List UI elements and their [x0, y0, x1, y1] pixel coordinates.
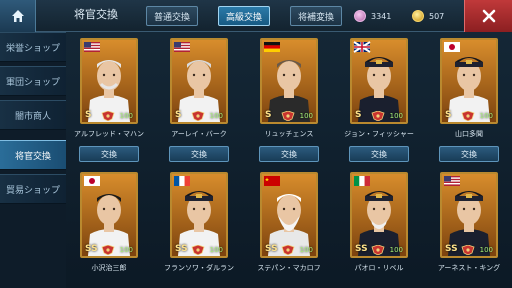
officer-rank: S [355, 110, 362, 120]
home-icon [11, 10, 24, 22]
officer-name: リュッチェンス [264, 130, 314, 138]
officer-grid: S 100 アルフレッド・マハン交換 S 100 アーレイ・バーク交換 S 100 リュッチェン… [66, 32, 512, 288]
officer-level: 100 [479, 246, 493, 254]
officer-level: 100 [209, 112, 223, 120]
tab-advanced-exchange[interactable]: 高級交換 [218, 6, 270, 26]
rank-insignia-icon [101, 245, 115, 255]
rank-insignia-icon [281, 245, 295, 255]
exchange-button[interactable]: 交換 [259, 146, 319, 162]
home-button[interactable] [0, 0, 36, 32]
rank-insignia-icon [461, 245, 475, 255]
officer-level: 100 [299, 246, 313, 254]
officer-rank: S [85, 110, 92, 120]
officer-card[interactable]: SS 100 [80, 172, 138, 258]
exchange-button[interactable]: 交換 [79, 146, 139, 162]
officer-name: パオロ・リベル [354, 264, 404, 272]
officer-level: 100 [389, 112, 403, 120]
top-bar: 将官交換 普通交換 高級交換 将補変換 3341 507 [0, 0, 512, 32]
officer-level: 100 [119, 112, 133, 120]
officer-card[interactable]: S 100 [350, 38, 408, 124]
officer-name: アルフレッド・マハン [74, 130, 144, 138]
officer-name: ステパン・マカロフ [257, 264, 321, 272]
officer-card[interactable]: S 100 [170, 38, 228, 124]
tab-normal-exchange[interactable]: 普通交換 [146, 6, 198, 26]
officer-name: アーレイ・バーク [171, 130, 227, 138]
officer-name: アーネスト・キング [437, 264, 501, 272]
officer-rank: S [265, 110, 272, 120]
gem-icon [354, 10, 366, 22]
sidebar-item-officer-exchange[interactable]: 将官交換 [0, 140, 66, 170]
rank-insignia-icon [101, 111, 115, 121]
sidebar-item-trade-shop[interactable]: 貿易ショップ [0, 174, 66, 204]
sidebar-item-legion-shop[interactable]: 軍団ショップ [0, 66, 66, 96]
rank-insignia-icon [461, 111, 475, 121]
rank-insignia-icon [371, 245, 385, 255]
officer-card[interactable]: S 100 [260, 38, 318, 124]
close-icon [482, 9, 495, 23]
officer-card[interactable]: SS 100 [170, 172, 228, 258]
officer-level: 100 [299, 112, 313, 120]
sidebar-item-black-market[interactable]: 闇市商人 [0, 100, 66, 130]
gold-coin-icon [412, 10, 424, 22]
rank-insignia-icon [371, 111, 385, 121]
officer-card[interactable]: S 100 [80, 38, 138, 124]
officer-level: 100 [209, 246, 223, 254]
gem-amount: 3341 [371, 11, 392, 21]
rank-insignia-icon [281, 111, 295, 121]
shop-sidebar: 栄誉ショップ 軍団ショップ 闇市商人 将官交換 貿易ショップ [0, 32, 66, 288]
officer-level: 100 [389, 246, 403, 254]
close-button[interactable] [464, 0, 512, 32]
officer-rank: SS [265, 244, 278, 254]
rank-insignia-icon [191, 245, 205, 255]
officer-name: ジョン・フィッシャー [344, 130, 414, 138]
exchange-button[interactable]: 交換 [349, 146, 409, 162]
gem-counter: 3341 [354, 8, 391, 24]
officer-rank: SS [355, 244, 368, 254]
officer-rank: SS [445, 244, 458, 254]
officer-level: 100 [479, 112, 493, 120]
gold-counter: 507 [412, 8, 444, 24]
sidebar-item-honor-shop[interactable]: 栄誉ショップ [0, 32, 66, 62]
exchange-button[interactable]: 交換 [169, 146, 229, 162]
officer-rank: S [445, 110, 452, 120]
gold-amount: 507 [429, 11, 445, 21]
rank-insignia-icon [191, 111, 205, 121]
officer-card[interactable]: SS 100 [440, 172, 498, 258]
officer-level: 100 [119, 246, 133, 254]
officer-rank: SS [85, 244, 98, 254]
page-title: 将官交換 [74, 8, 118, 21]
officer-name: フランソワ・ダルラン [164, 264, 234, 272]
officer-card[interactable]: SS 100 [260, 172, 318, 258]
officer-name: 小沢治三郎 [91, 264, 127, 272]
exchange-button[interactable]: 交換 [439, 146, 499, 162]
officer-card[interactable]: S 100 [440, 38, 498, 124]
officer-card[interactable]: SS 100 [350, 172, 408, 258]
tab-officer-convert[interactable]: 将補変換 [290, 6, 342, 26]
officer-rank: SS [175, 244, 188, 254]
officer-name: 山口多聞 [455, 130, 483, 138]
officer-rank: S [175, 110, 182, 120]
